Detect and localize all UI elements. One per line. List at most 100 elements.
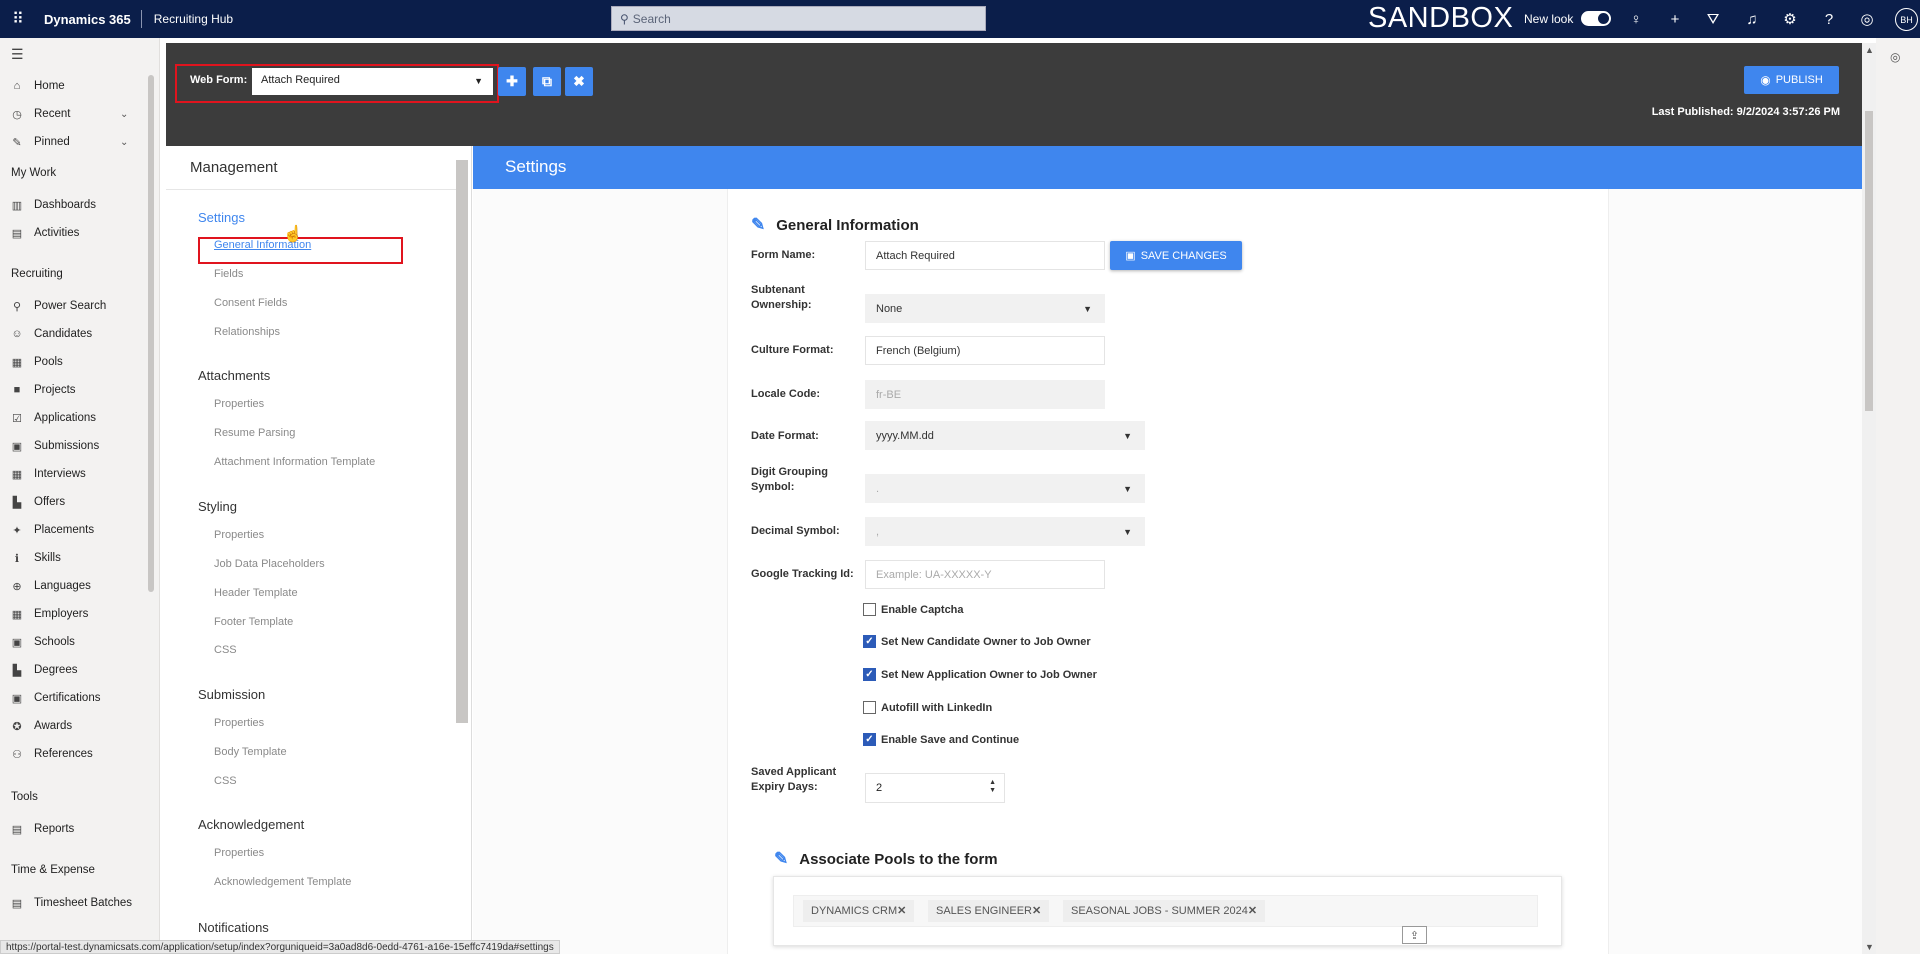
plus-icon[interactable]: +: [1664, 8, 1686, 30]
sidebar-item-employers[interactable]: ▦ Employers: [8, 605, 89, 623]
sidebar-item-reports[interactable]: ▤ Reports: [8, 820, 74, 838]
sidebar-item-candidates[interactable]: ☺ Candidates: [8, 325, 92, 343]
scroll-up-icon[interactable]: ▲: [1865, 45, 1874, 55]
filter-icon[interactable]: ⛛: [1702, 8, 1724, 30]
management-item-consent-fields[interactable]: Consent Fields: [214, 297, 287, 309]
sidebar-item-schools[interactable]: ▣ Schools: [8, 633, 75, 651]
sidebar-item-timesheet-batches[interactable]: ▤ Timesheet Batches: [8, 894, 132, 912]
checkbox-row[interactable]: ✓ Set New Candidate Owner to Job Owner: [863, 635, 1091, 648]
sidebar-item-certifications[interactable]: ▣ Certifications: [8, 689, 101, 707]
help-icon[interactable]: ?: [1818, 8, 1840, 30]
save-changes-button[interactable]: ▣ SAVE CHANGES: [1110, 241, 1242, 270]
management-item-css[interactable]: CSS: [214, 644, 237, 656]
sidebar-item-offers[interactable]: ▙ Offers: [8, 493, 65, 511]
decimal-select[interactable]: , ▼: [865, 517, 1145, 546]
sidebar-item-degrees[interactable]: ▙ Degrees: [8, 661, 78, 679]
chevron-down-icon[interactable]: ⌄: [120, 137, 128, 148]
publish-button[interactable]: ◉ PUBLISH: [1744, 66, 1839, 94]
sidebar-item-projects[interactable]: ■ Projects: [8, 381, 76, 399]
management-group-acknowledgement[interactable]: Acknowledgement: [198, 817, 304, 832]
management-item-body-template[interactable]: Body Template: [214, 746, 287, 758]
copy-form-button[interactable]: ⧉: [533, 67, 561, 96]
sidebar-item-languages[interactable]: ⊕ Languages: [8, 577, 91, 595]
bell-icon[interactable]: ♫: [1741, 8, 1763, 30]
sidebar-item-activities[interactable]: ▤ Activities: [8, 224, 80, 242]
brand-name[interactable]: Dynamics 365: [36, 12, 141, 27]
sidebar-item-pools[interactable]: ▦ Pools: [8, 353, 63, 371]
sidebar-item-power-search[interactable]: ⚲ Power Search: [8, 297, 106, 315]
management-item-properties[interactable]: Properties: [214, 847, 264, 859]
app-launcher-icon[interactable]: ⠿: [0, 0, 36, 38]
sidebar-item-skills[interactable]: ℹ Skills: [8, 549, 61, 567]
pool-tag[interactable]: SEASONAL JOBS - SUMMER 2024✕: [1063, 900, 1266, 922]
management-item-job-data-placeholders[interactable]: Job Data Placeholders: [214, 558, 325, 570]
management-group-submission[interactable]: Submission: [198, 687, 265, 702]
management-item-acknowledgement-template[interactable]: Acknowledgement Template: [214, 876, 351, 888]
management-scrollbar[interactable]: [456, 160, 468, 723]
sidebar-item-submissions[interactable]: ▣ Submissions: [8, 437, 99, 455]
sidebar-item-awards[interactable]: ✪ Awards: [8, 717, 72, 735]
sidebar-item-home[interactable]: ⌂ Home: [8, 77, 65, 95]
date-format-select[interactable]: yyyy.MM.dd ▼: [865, 421, 1145, 450]
checkbox-unchecked[interactable]: [863, 701, 876, 714]
lightbulb-icon[interactable]: ♀: [1625, 8, 1647, 30]
gear-icon[interactable]: ⚙: [1779, 8, 1801, 30]
add-form-button[interactable]: ✚: [498, 67, 526, 96]
checkbox-row[interactable]: ✓ Enable Save and Continue: [863, 733, 1019, 746]
checkbox-row[interactable]: Enable Captcha: [863, 603, 964, 616]
hamburger-icon[interactable]: ☰: [11, 46, 24, 63]
app-title[interactable]: Recruiting Hub: [142, 12, 233, 26]
management-group-settings[interactable]: Settings: [198, 210, 245, 225]
scroll-thumb[interactable]: [1865, 111, 1873, 411]
web-form-select[interactable]: Attach Required ▼: [252, 68, 493, 95]
pool-tag[interactable]: DYNAMICS CRM✕: [803, 900, 915, 922]
avatar[interactable]: BH: [1895, 8, 1918, 31]
copilot-icon[interactable]: ◎: [1890, 50, 1900, 64]
scroll-to-top-button[interactable]: ⇪: [1402, 926, 1427, 944]
management-item-properties[interactable]: Properties: [214, 529, 264, 541]
management-item-resume-parsing[interactable]: Resume Parsing: [214, 427, 295, 439]
remove-icon[interactable]: ✕: [1248, 905, 1257, 917]
management-item-css[interactable]: CSS: [214, 775, 237, 787]
sidebar-item-applications[interactable]: ☑ Applications: [8, 409, 96, 427]
management-item-properties[interactable]: Properties: [214, 398, 264, 410]
checkbox-checked[interactable]: ✓: [863, 733, 876, 746]
delete-form-button[interactable]: ✖: [565, 67, 593, 96]
sidebar-item-references[interactable]: ⚇ References: [8, 745, 93, 763]
sidebar-item-pinned[interactable]: ✎ Pinned ⌄: [8, 133, 128, 151]
management-item-fields[interactable]: Fields: [214, 268, 243, 280]
sidebar-item-dashboards[interactable]: ▥ Dashboards: [8, 196, 96, 214]
checkbox-checked[interactable]: ✓: [863, 668, 876, 681]
new-look-toggle[interactable]: [1581, 11, 1611, 26]
sidebar-item-interviews[interactable]: ▦ Interviews: [8, 465, 86, 483]
culture-input[interactable]: French (Belgium): [865, 336, 1105, 365]
management-item-footer-template[interactable]: Footer Template: [214, 616, 293, 628]
management-item-relationships[interactable]: Relationships: [214, 326, 280, 338]
checkbox-row[interactable]: Autofill with LinkedIn: [863, 701, 992, 714]
search-input[interactable]: ⚲ Search: [611, 6, 986, 31]
remove-icon[interactable]: ✕: [1032, 905, 1041, 917]
scroll-down-icon[interactable]: ▼: [1865, 942, 1874, 952]
digit-grouping-select[interactable]: . ▼: [865, 474, 1145, 503]
checkbox-checked[interactable]: ✓: [863, 635, 876, 648]
checkbox-row[interactable]: ✓ Set New Application Owner to Job Owner: [863, 668, 1097, 681]
management-group-attachments[interactable]: Attachments: [198, 368, 270, 383]
tracking-input[interactable]: Example: UA-XXXXX-Y: [865, 560, 1105, 589]
sidebar-item-recent[interactable]: ◷ Recent ⌄: [8, 105, 128, 123]
copilot-icon[interactable]: ◎: [1856, 8, 1878, 30]
management-group-styling[interactable]: Styling: [198, 499, 237, 514]
management-item-attachment-information-template[interactable]: Attachment Information Template: [214, 456, 375, 468]
expiry-stepper[interactable]: 2 ▲ ▼: [865, 773, 1005, 803]
checkbox-unchecked[interactable]: [863, 603, 876, 616]
page-scrollbar[interactable]: ▲ ▼: [1862, 43, 1876, 954]
remove-icon[interactable]: ✕: [897, 905, 906, 917]
management-item-properties[interactable]: Properties: [214, 717, 264, 729]
management-item-header-template[interactable]: Header Template: [214, 587, 298, 599]
subtenant-select[interactable]: None ▼: [865, 294, 1105, 323]
form-name-input[interactable]: Attach Required: [865, 241, 1105, 270]
management-group-notifications[interactable]: Notifications: [198, 920, 269, 935]
sidebar-item-placements[interactable]: ✦ Placements: [8, 521, 94, 539]
chevron-down-icon[interactable]: ⌄: [120, 109, 128, 120]
stepper-arrows-icon[interactable]: ▲ ▼: [989, 779, 996, 795]
pool-tag[interactable]: SALES ENGINEER✕: [928, 900, 1050, 922]
